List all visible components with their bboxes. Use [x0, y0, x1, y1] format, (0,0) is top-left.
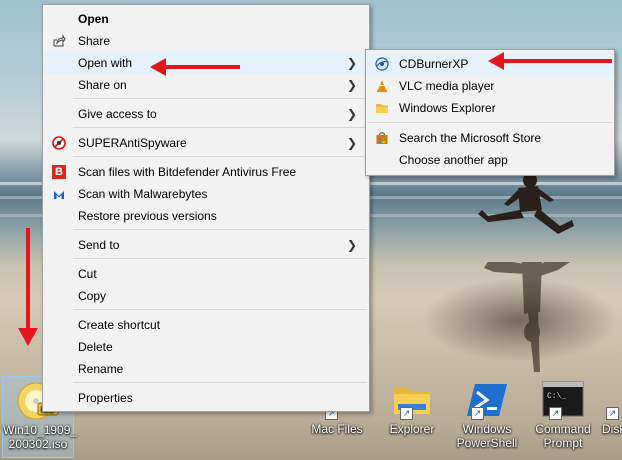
menu-item-label: Open with: [78, 56, 133, 70]
command-prompt-shortcut[interactable]: C:\_ ↗ Command Prompt: [528, 380, 598, 450]
menu-item-delete[interactable]: Delete: [43, 336, 369, 358]
bitdefender-icon: B: [52, 165, 66, 179]
svg-text:C:\_: C:\_: [547, 392, 566, 401]
submenu-item-label: CDBurnerXP: [399, 57, 469, 71]
submenu-item-windows-explorer[interactable]: Windows Explorer: [366, 97, 614, 119]
menu-item-label: Open: [78, 12, 109, 26]
menu-separator: [73, 382, 367, 383]
menu-item-malwarebytes-scan[interactable]: Scan with Malwarebytes: [43, 183, 369, 205]
submenu-item-label: Windows Explorer: [399, 101, 496, 115]
menu-item-label: Restore previous versions: [78, 209, 217, 223]
menu-item-label: Properties: [78, 391, 133, 405]
menu-item-label: Cut: [78, 267, 97, 281]
folder-icon: ↗: [390, 380, 434, 420]
iso-file-label-line2: 200302.iso: [8, 437, 68, 451]
menu-item-send-to[interactable]: Send to ❯: [43, 234, 369, 256]
menu-item-rename[interactable]: Rename: [43, 358, 369, 380]
menu-item-label: Give access to: [78, 107, 157, 121]
submenu-item-label: Search the Microsoft Store: [399, 131, 542, 145]
command-prompt-label-line1: Command: [535, 422, 591, 436]
share-icon: [52, 34, 66, 48]
runner-reflection: [484, 262, 570, 372]
menu-item-share[interactable]: Share: [43, 30, 369, 52]
menu-item-open[interactable]: Open: [43, 8, 369, 30]
chevron-right-icon: ❯: [347, 107, 358, 121]
submenu-item-vlc[interactable]: VLC media player: [366, 75, 614, 97]
iso-file-label-line1: Win10_1909_: [3, 423, 78, 437]
menu-separator: [73, 229, 367, 230]
menu-item-label: Delete: [78, 340, 113, 354]
disk-label: Disk: [602, 422, 622, 436]
disk-shortcut[interactable]: ↗ Disk: [598, 380, 622, 436]
powershell-label-line1: Windows: [462, 422, 512, 436]
command-prompt-label-line2: Prompt: [543, 436, 583, 450]
red-arrow-left-icon: [150, 58, 240, 76]
powershell-icon: ↗: [465, 380, 509, 420]
red-arrow-down-icon: [18, 228, 38, 346]
store-bag-icon: [375, 131, 389, 145]
shortcut-arrow-icon: ↗: [471, 407, 484, 420]
menu-item-label: Copy: [78, 289, 107, 303]
menu-item-copy[interactable]: Copy: [43, 285, 369, 307]
explorer-label: Explorer: [389, 422, 435, 436]
folder-icon: [375, 101, 389, 115]
mac-files-label: Mac Files: [311, 422, 363, 436]
submenu-item-choose-another-app[interactable]: Choose another app: [366, 149, 614, 171]
malwarebytes-icon: [52, 187, 66, 201]
superantispyware-icon: [52, 136, 66, 150]
menu-item-label: Create shortcut: [78, 318, 161, 332]
chevron-right-icon: ❯: [347, 78, 358, 92]
powershell-label-line2: PowerShell: [456, 436, 518, 450]
red-arrow-left-icon: [488, 52, 612, 70]
menu-separator: [368, 122, 612, 123]
menu-item-label: Scan files with Bitdefender Antivirus Fr…: [78, 165, 297, 179]
menu-item-label: Share on: [78, 78, 127, 92]
explorer-shortcut[interactable]: ↗ Explorer: [377, 380, 447, 436]
menu-item-label: SUPERAntiSpyware: [78, 136, 187, 150]
powershell-shortcut[interactable]: ↗ Windows PowerShell: [450, 380, 524, 450]
submenu-item-label: Choose another app: [399, 153, 508, 167]
menu-item-bitdefender-scan[interactable]: B Scan files with Bitdefender Antivirus …: [43, 161, 369, 183]
shortcut-arrow-icon: ↗: [606, 407, 619, 420]
menu-separator: [73, 127, 367, 128]
menu-item-give-access[interactable]: Give access to ❯: [43, 103, 369, 125]
menu-item-cut[interactable]: Cut: [43, 263, 369, 285]
cdburnerxp-icon: [375, 57, 389, 71]
shortcut-arrow-icon: ↗: [400, 407, 413, 420]
menu-separator: [73, 258, 367, 259]
disk-icon: ↗: [604, 380, 622, 420]
menu-separator: [73, 98, 367, 99]
menu-item-label: Share: [78, 34, 111, 48]
menu-separator: [73, 156, 367, 157]
menu-item-restore-versions[interactable]: Restore previous versions: [43, 205, 369, 227]
submenu-item-microsoft-store[interactable]: Search the Microsoft Store: [366, 127, 614, 149]
menu-item-label: Scan with Malwarebytes: [78, 187, 208, 201]
chevron-right-icon: ❯: [347, 56, 358, 70]
vlc-cone-icon: [375, 79, 389, 93]
menu-item-superantispyware[interactable]: SUPERAntiSpyware ❯: [43, 132, 369, 154]
runner-silhouette: [478, 172, 574, 234]
command-prompt-icon: C:\_ ↗: [541, 380, 585, 420]
menu-item-label: Rename: [78, 362, 124, 376]
menu-item-properties[interactable]: Properties: [43, 387, 369, 409]
chevron-right-icon: ❯: [347, 136, 358, 150]
chevron-right-icon: ❯: [347, 238, 358, 252]
menu-item-create-shortcut[interactable]: Create shortcut: [43, 314, 369, 336]
shortcut-arrow-icon: ↗: [549, 407, 562, 420]
submenu-item-label: VLC media player: [399, 79, 495, 93]
menu-separator: [73, 309, 367, 310]
menu-item-label: Send to: [78, 238, 120, 252]
